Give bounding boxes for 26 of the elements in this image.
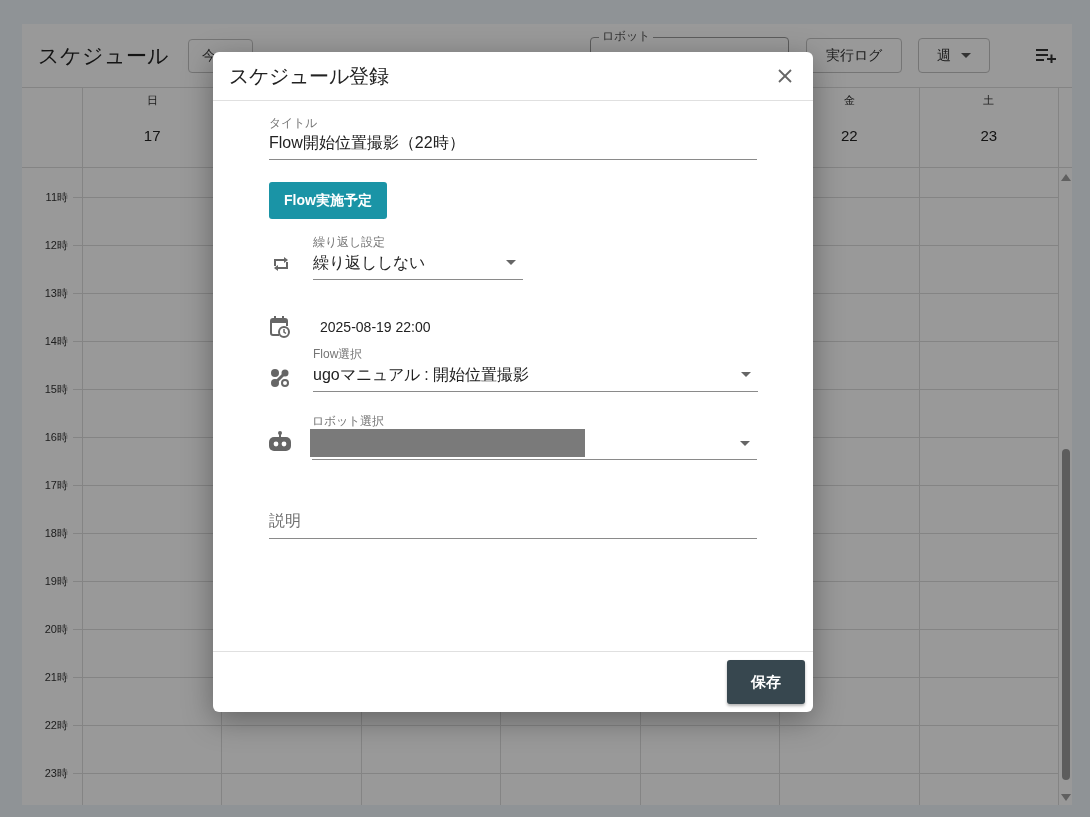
field-value: 繰り返ししない xyxy=(313,253,425,273)
field-label: 繰り返し設定 xyxy=(313,235,386,249)
weekday-label: 日 xyxy=(146,94,158,107)
hour-label: 15時 xyxy=(44,382,68,396)
weekday-label: 土 xyxy=(983,94,995,107)
view-value: 週 xyxy=(937,46,951,65)
hour-label: 22時 xyxy=(44,718,68,732)
field-label: ロボット選択 xyxy=(312,414,385,428)
hour-label: 18時 xyxy=(44,526,68,540)
field-value: Flow開始位置撮影（22時） xyxy=(269,133,466,153)
hour-label: 20時 xyxy=(44,622,68,636)
page-title: スケジュール xyxy=(38,42,170,69)
field-value: ugoマニュアル : 開始位置撮影 xyxy=(313,365,530,385)
field-label: Flow選択 xyxy=(313,347,364,361)
hour-label: 17時 xyxy=(44,478,68,492)
field-label: タイトル xyxy=(269,116,318,130)
hour-label: 19時 xyxy=(44,574,68,588)
field-label: ロボット xyxy=(599,28,653,44)
weekday-label: 金 xyxy=(843,94,855,107)
hour-label: 12時 xyxy=(44,238,68,252)
hour-label: 13時 xyxy=(44,286,68,300)
hour-label: 11時 xyxy=(45,190,68,204)
hour-label: 23時 xyxy=(44,766,68,780)
hour-label: 14時 xyxy=(44,334,68,348)
hour-label: 21時 xyxy=(44,670,68,684)
hour-label: 16時 xyxy=(44,430,68,444)
